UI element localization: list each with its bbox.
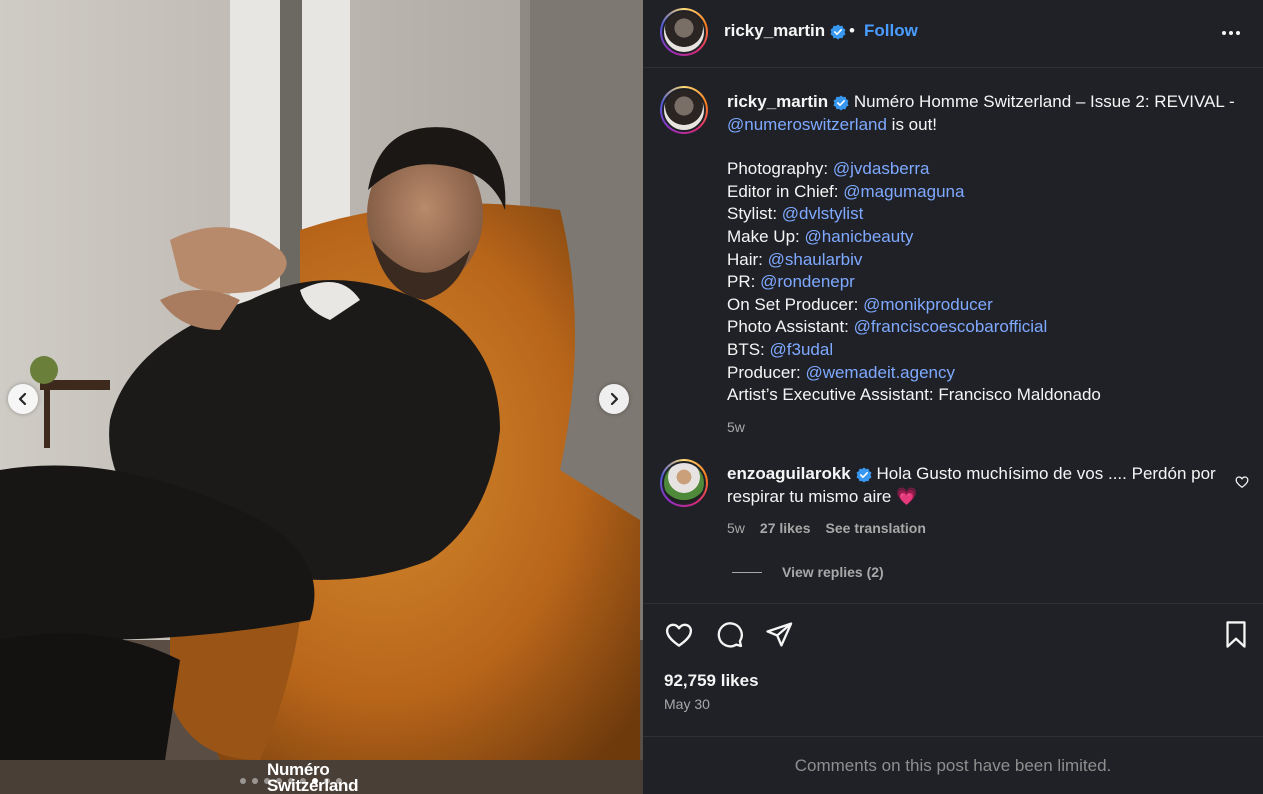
credit-label: Photo Assistant: <box>727 317 849 337</box>
chevron-right-icon <box>610 392 619 406</box>
caption-credit-line: Hair: @shaularbiv <box>727 249 1247 272</box>
heart-emoji: 💗 <box>896 486 918 506</box>
credit-label: On Set Producer: <box>727 294 859 314</box>
comment-like-heart-icon[interactable] <box>1235 475 1249 489</box>
caption-credit-line: BTS: @f3udal <box>727 339 1247 362</box>
save-bookmark-icon[interactable] <box>1223 620 1249 649</box>
verified-badge-icon <box>833 95 849 111</box>
comment-timestamp[interactable]: 5w <box>727 520 745 536</box>
caption-credit-line: Stylist: @dvlstylist <box>727 203 1247 226</box>
view-replies-button[interactable]: View replies (2) <box>732 564 884 580</box>
more-options-icon[interactable] <box>1221 25 1241 41</box>
credit-mention-link[interactable]: @franciscoescobarofficial <box>854 317 1048 336</box>
header-separator: • <box>849 21 855 40</box>
credit-label: PR: <box>727 272 756 292</box>
like-heart-icon[interactable] <box>664 620 694 650</box>
carousel-dot <box>276 778 282 784</box>
carousel-dots <box>240 778 342 784</box>
credit-label: Photography: <box>727 159 829 179</box>
share-send-icon[interactable] <box>764 620 794 649</box>
commenter-avatar[interactable] <box>660 459 708 507</box>
credit-mention-link[interactable]: @wemadeit.agency <box>805 363 955 382</box>
post-likes-count[interactable]: 92,759 likes <box>664 671 759 691</box>
comments-limited-notice: Comments on this post have been limited. <box>643 736 1263 794</box>
carousel-next-button[interactable] <box>599 384 629 414</box>
caption-credits: Photography: @jvdasberra Editor in Chief:… <box>727 158 1247 407</box>
verified-badge-icon <box>830 24 846 40</box>
caption-headline: Numéro Homme Switzerland – Issue 2: REVI… <box>853 92 1235 111</box>
post-date[interactable]: May 30 <box>664 696 710 712</box>
caption-headline-tail: is out! <box>891 114 938 134</box>
chevron-left-icon <box>18 392 27 406</box>
caption-credit-line: Producer: @wemadeit.agency <box>727 362 1247 385</box>
replies-divider-line <box>732 571 762 573</box>
author-avatar[interactable] <box>660 8 708 56</box>
carousel-dot <box>312 778 318 784</box>
post-media: Numéro Switzerland <box>0 0 643 794</box>
post-side-panel: ricky_martin • Follow ricky_martin Numér… <box>643 0 1263 794</box>
comment-meta: 5w 27 likes See translation <box>727 520 926 536</box>
carousel-dot <box>288 778 294 784</box>
author-username-text: ricky_martin <box>724 21 826 40</box>
post-photo <box>0 0 643 794</box>
credit-label: Stylist: <box>727 204 778 224</box>
caption-credit-line: Make Up: @hanicbeauty <box>727 226 1247 249</box>
view-replies-label: View replies (2) <box>782 564 884 580</box>
comment-bubble-icon[interactable] <box>715 620 744 649</box>
carousel-dot <box>240 778 246 784</box>
comment-likes-count[interactable]: 27 likes <box>760 520 811 536</box>
credit-label: Artist’s Executive Assistant: Francisco … <box>727 385 1101 405</box>
carousel-dot <box>300 778 306 784</box>
caption-credit-line: Photography: @jvdasberra <box>727 158 1247 181</box>
post-action-bar <box>643 603 1263 663</box>
author-username[interactable]: ricky_martin <box>724 21 846 41</box>
caption-credit-line: Editor in Chief: @magumaguna <box>727 181 1247 204</box>
caption-credit-line: On Set Producer: @monikproducer <box>727 294 1247 317</box>
credit-mention-link[interactable]: @shaularbiv <box>768 250 863 269</box>
caption-credit-line: Photo Assistant: @franciscoescobaroffici… <box>727 316 1247 339</box>
commenter-username[interactable]: enzoaguilarokk <box>727 464 851 483</box>
credit-mention-link[interactable]: @magumaguna <box>843 182 964 201</box>
credit-mention-link[interactable]: @rondenepr <box>760 272 855 291</box>
carousel-dot <box>264 778 270 784</box>
carousel-dot <box>324 778 330 784</box>
verified-badge-icon <box>856 467 872 483</box>
follow-button[interactable]: Follow <box>864 21 918 41</box>
credit-label: BTS: <box>727 339 765 359</box>
credit-label: Make Up: <box>727 226 800 246</box>
credit-label: Producer: <box>727 362 801 382</box>
credit-mention-link[interactable]: @dvlstylist <box>782 204 864 223</box>
credit-mention-link[interactable]: @hanicbeauty <box>804 227 913 246</box>
comment-body: enzoaguilarokk Hola Gusto muchísimo de v… <box>727 463 1237 508</box>
caption-mention-link[interactable]: @numeroswitzerland <box>727 115 887 134</box>
credit-label: Editor in Chief: <box>727 181 839 201</box>
caption-credit-line: PR: @rondenepr <box>727 271 1247 294</box>
credit-mention-link[interactable]: @f3udal <box>770 340 834 359</box>
credit-mention-link[interactable]: @jvdasberra <box>833 159 930 178</box>
caption-body: ricky_martin Numéro Homme Switzerland – … <box>727 91 1247 438</box>
carousel-dot <box>252 778 258 784</box>
caption-first-line: ricky_martin Numéro Homme Switzerland – … <box>727 91 1247 136</box>
post-header: ricky_martin • Follow <box>643 0 1263 68</box>
post-modal: Numéro Switzerland ricky_martin • Follow… <box>0 0 1263 794</box>
carousel-dot <box>336 778 342 784</box>
carousel-previous-button[interactable] <box>8 384 38 414</box>
caption-author-avatar[interactable] <box>660 86 708 134</box>
credit-mention-link[interactable]: @monikproducer <box>863 295 993 314</box>
see-translation-button[interactable]: See translation <box>826 520 926 536</box>
credit-label: Hair: <box>727 249 763 269</box>
caption-timestamp[interactable]: 5w <box>727 416 1247 439</box>
caption-username[interactable]: ricky_martin <box>727 92 828 111</box>
caption-credit-line: Artist’s Executive Assistant: Francisco … <box>727 384 1247 407</box>
